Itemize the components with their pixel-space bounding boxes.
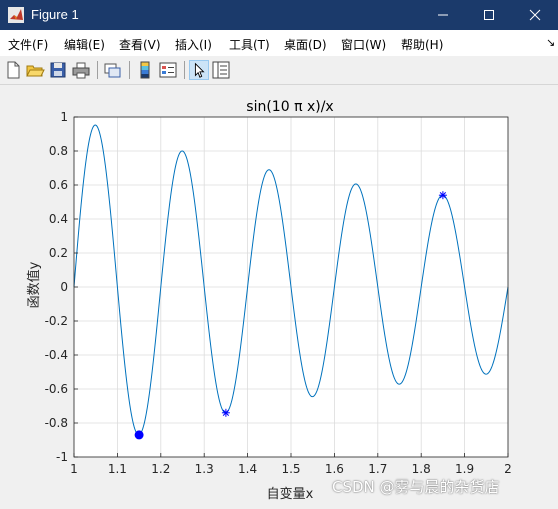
x-tick-label: 1.3 bbox=[195, 462, 214, 476]
x-tick-label: 1.1 bbox=[108, 462, 127, 476]
toolbar-separator bbox=[184, 61, 185, 79]
new-figure-icon[interactable] bbox=[3, 60, 23, 80]
y-tick-label: 0 bbox=[60, 280, 68, 294]
menu-help[interactable]: 帮助(H) bbox=[401, 36, 443, 53]
insert-colorbar-icon[interactable] bbox=[135, 60, 155, 80]
menu-edit[interactable]: 编辑(E) bbox=[64, 36, 105, 53]
edit-plot-pointer-icon[interactable] bbox=[189, 60, 209, 80]
x-tick-label: 1.7 bbox=[368, 462, 387, 476]
chart-title: sin(10 π x)/x bbox=[246, 99, 333, 115]
plot-svg[interactable]: 1 1.1 1.2 1.3 1.4 1.5 1.6 1.7 1.8 1.9 2 -1 -0.8 -0.6 -… bbox=[0, 85, 558, 505]
matlab-logo-icon bbox=[8, 7, 24, 23]
y-tick-label: 1 bbox=[60, 110, 68, 124]
property-inspector-icon[interactable] bbox=[211, 60, 231, 80]
menu-view[interactable]: 查看(V) bbox=[119, 36, 161, 53]
y-tick-label: 0.2 bbox=[49, 246, 68, 260]
x-tick-label: 1.8 bbox=[412, 462, 431, 476]
maximize-button[interactable] bbox=[466, 0, 512, 30]
menu-tools[interactable]: 工具(T) bbox=[229, 36, 270, 53]
toolbar-separator bbox=[97, 61, 98, 79]
menu-overflow-icon[interactable]: ↘ bbox=[546, 36, 555, 49]
y-axis-label: 函数值y bbox=[26, 261, 42, 308]
minimize-icon bbox=[438, 14, 448, 16]
toolbar-separator bbox=[129, 61, 130, 79]
insert-legend-icon[interactable] bbox=[158, 60, 178, 80]
close-button[interactable] bbox=[512, 0, 558, 30]
open-file-icon[interactable] bbox=[25, 60, 45, 80]
figure-canvas: 1 1.1 1.2 1.3 1.4 1.5 1.6 1.7 1.8 1.9 2 -1 -0.8 -0.6 -… bbox=[0, 85, 558, 505]
watermark-text: CSDN @雾与晨的杂货店 bbox=[332, 478, 500, 496]
y-tick-label: -0.6 bbox=[45, 382, 68, 396]
save-icon[interactable] bbox=[48, 60, 68, 80]
maximize-icon bbox=[484, 10, 494, 20]
minimize-button[interactable] bbox=[420, 0, 466, 30]
x-tick-label: 1 bbox=[70, 462, 78, 476]
menu-bar: 文件(F) 编辑(E) 查看(V) 插入(I) 工具(T) 桌面(D) 窗口(W… bbox=[0, 30, 558, 56]
menu-window[interactable]: 窗口(W) bbox=[341, 36, 386, 53]
x-tick-label: 1.9 bbox=[455, 462, 474, 476]
x-tick-label: 2 bbox=[504, 462, 512, 476]
y-tick-label: 0.4 bbox=[49, 212, 68, 226]
window-title: Figure 1 bbox=[31, 7, 79, 22]
print-icon[interactable] bbox=[71, 60, 91, 80]
toolbar bbox=[0, 56, 558, 85]
menu-insert[interactable]: 插入(I) bbox=[175, 36, 212, 53]
x-tick-label: 1.6 bbox=[325, 462, 344, 476]
y-tick-label: -0.8 bbox=[45, 416, 68, 430]
x-tick-label: 1.5 bbox=[281, 462, 300, 476]
title-bar: Figure 1 bbox=[0, 0, 558, 30]
close-icon bbox=[529, 9, 541, 21]
y-tick-label: -0.2 bbox=[45, 314, 68, 328]
circle-marker bbox=[134, 430, 144, 440]
x-axis-label: 自变量x bbox=[267, 486, 314, 502]
link-plot-icon[interactable] bbox=[102, 60, 122, 80]
y-tick-label: -1 bbox=[56, 450, 68, 464]
y-tick-label: 0.6 bbox=[49, 178, 68, 192]
menu-file[interactable]: 文件(F) bbox=[8, 36, 48, 53]
x-tick-label: 1.4 bbox=[238, 462, 257, 476]
y-tick-label: 0.8 bbox=[49, 144, 68, 158]
x-tick-label: 1.2 bbox=[151, 462, 170, 476]
asterisk-marker bbox=[438, 191, 447, 200]
menu-desktop[interactable]: 桌面(D) bbox=[284, 36, 327, 53]
y-tick-label: -0.4 bbox=[45, 348, 68, 362]
